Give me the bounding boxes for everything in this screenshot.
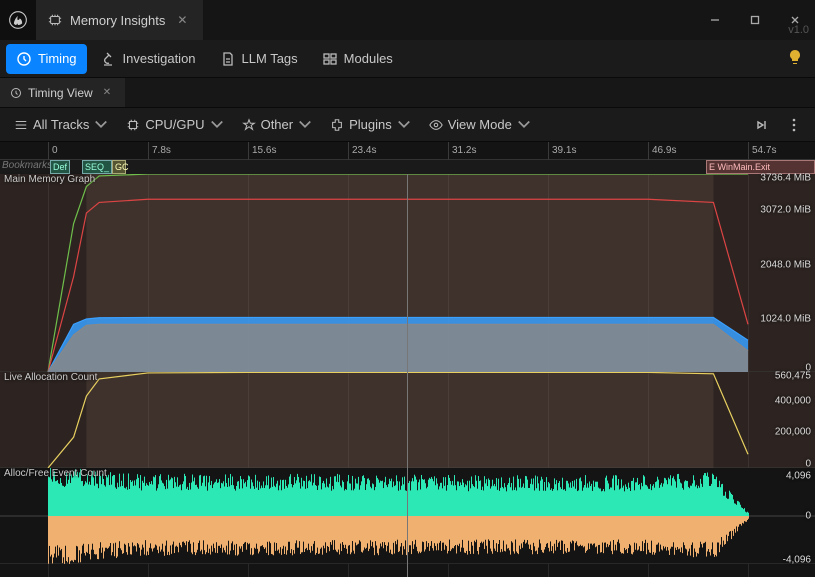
dropdown-label: View Mode bbox=[448, 117, 512, 132]
title-bar: Memory Insights ✕ v1.0 bbox=[0, 0, 815, 40]
y-tick: -4,096 bbox=[783, 555, 811, 566]
timeline-area[interactable]: 0 7.8s 15.6s 23.4s 31.2s 39.1s 46.9s 54.7s Book… bbox=[0, 142, 815, 577]
investigation-tab-button[interactable]: Investigation bbox=[91, 44, 206, 74]
y-tick: 4,096 bbox=[786, 470, 811, 481]
y-axis: 560,475400,000200,0000 bbox=[715, 372, 815, 467]
y-tick: 2048.0 MiB bbox=[760, 260, 811, 271]
filter-toolbar: All Tracks CPU/GPU Other Plugins View Mo… bbox=[0, 108, 815, 142]
unreal-logo-icon bbox=[0, 0, 36, 40]
memory-icon bbox=[48, 13, 62, 27]
y-tick: 0 bbox=[805, 511, 811, 522]
toolbar-label: Timing bbox=[38, 51, 77, 66]
y-tick: 1024.0 MiB bbox=[760, 313, 811, 324]
kebab-icon bbox=[786, 117, 802, 133]
chevron-down-icon bbox=[517, 118, 531, 132]
cpu-gpu-dropdown[interactable]: CPU/GPU bbox=[120, 112, 229, 138]
modules-tab-button[interactable]: Modules bbox=[312, 44, 403, 74]
toolbar-label: Modules bbox=[344, 51, 393, 66]
star-icon bbox=[242, 118, 256, 132]
bookmarks-label: Bookmarks bbox=[2, 160, 52, 171]
hints-button[interactable] bbox=[781, 43, 809, 74]
track-label: Main Memory Graph bbox=[4, 174, 95, 185]
app-tab[interactable]: Memory Insights ✕ bbox=[36, 0, 203, 40]
app-tab-title: Memory Insights bbox=[70, 13, 165, 28]
y-tick: 200,000 bbox=[775, 427, 811, 438]
time-cursor[interactable] bbox=[407, 174, 408, 577]
main-toolbar: Timing Investigation LLM Tags Modules bbox=[0, 40, 815, 78]
version-label: v1.0 bbox=[788, 24, 809, 36]
bookmarks-track[interactable]: Bookmarks Def SEQ_ GC E WinMain.Exit bbox=[0, 160, 815, 174]
eye-icon bbox=[429, 118, 443, 132]
other-dropdown[interactable]: Other bbox=[236, 112, 319, 138]
llm-tags-tab-button[interactable]: LLM Tags bbox=[210, 44, 308, 74]
time-tick: 46.9s bbox=[648, 142, 676, 160]
dropdown-label: Plugins bbox=[349, 117, 392, 132]
toolbar-label: Investigation bbox=[123, 51, 196, 66]
close-icon[interactable]: ✕ bbox=[99, 85, 115, 100]
y-tick: 3072.0 MiB bbox=[760, 204, 811, 215]
close-icon[interactable]: ✕ bbox=[173, 11, 191, 29]
modules-icon bbox=[322, 51, 338, 67]
bookmark-gc[interactable]: GC bbox=[112, 160, 126, 174]
maximize-button[interactable] bbox=[735, 0, 775, 40]
toolbar-label: LLM Tags bbox=[242, 51, 298, 66]
time-tick: 0 bbox=[48, 142, 58, 160]
time-tick: 7.8s bbox=[148, 142, 171, 160]
chevron-down-icon bbox=[298, 118, 312, 132]
timing-tab-button[interactable]: Timing bbox=[6, 44, 87, 74]
time-ruler[interactable]: 0 7.8s 15.6s 23.4s 31.2s 39.1s 46.9s 54.7s bbox=[0, 142, 815, 160]
y-axis: 4,096 0 -4,096 bbox=[715, 468, 815, 563]
chevron-down-icon bbox=[210, 118, 224, 132]
all-tracks-dropdown[interactable]: All Tracks bbox=[8, 112, 114, 138]
clock-icon bbox=[10, 87, 22, 99]
bookmark-def[interactable]: Def bbox=[50, 160, 70, 174]
tracks-icon bbox=[14, 118, 28, 132]
dock-icon bbox=[754, 117, 770, 133]
dropdown-label: All Tracks bbox=[33, 117, 89, 132]
y-axis: 3736.4 MiB 3072.0 MiB 2048.0 MiB 1024.0 MiB… bbox=[715, 174, 815, 371]
chevron-down-icon bbox=[397, 118, 411, 132]
microscope-icon bbox=[101, 51, 117, 67]
time-tick: 39.1s bbox=[548, 142, 576, 160]
time-tick: 15.6s bbox=[248, 142, 276, 160]
clock-icon bbox=[16, 51, 32, 67]
track-label: Alloc/Free Event Count bbox=[4, 468, 107, 479]
plugins-dropdown[interactable]: Plugins bbox=[324, 112, 417, 138]
plugin-icon bbox=[330, 118, 344, 132]
time-tick: 31.2s bbox=[448, 142, 476, 160]
chevron-down-icon bbox=[94, 118, 108, 132]
time-tick: 23.4s bbox=[348, 142, 376, 160]
y-tick: 3736.4 MiB bbox=[760, 172, 811, 183]
track-label: Live Allocation Count bbox=[4, 372, 97, 383]
time-tick: 54.7s bbox=[748, 142, 776, 160]
chip-icon bbox=[126, 118, 140, 132]
view-tab-label: Timing View bbox=[28, 86, 93, 100]
dropdown-label: Other bbox=[261, 117, 294, 132]
minimize-button[interactable] bbox=[695, 0, 735, 40]
view-tab-row: Timing View ✕ bbox=[0, 78, 815, 108]
document-icon bbox=[220, 51, 236, 67]
bookmark-seq[interactable]: SEQ_ bbox=[82, 160, 112, 174]
y-tick: 400,000 bbox=[775, 395, 811, 406]
view-mode-dropdown[interactable]: View Mode bbox=[423, 112, 537, 138]
more-button[interactable] bbox=[781, 112, 807, 138]
lightbulb-icon bbox=[787, 49, 803, 65]
timing-view-tab[interactable]: Timing View ✕ bbox=[0, 78, 125, 107]
dock-button[interactable] bbox=[749, 112, 775, 138]
y-tick: 560,475 bbox=[775, 370, 811, 381]
dropdown-label: CPU/GPU bbox=[145, 117, 204, 132]
